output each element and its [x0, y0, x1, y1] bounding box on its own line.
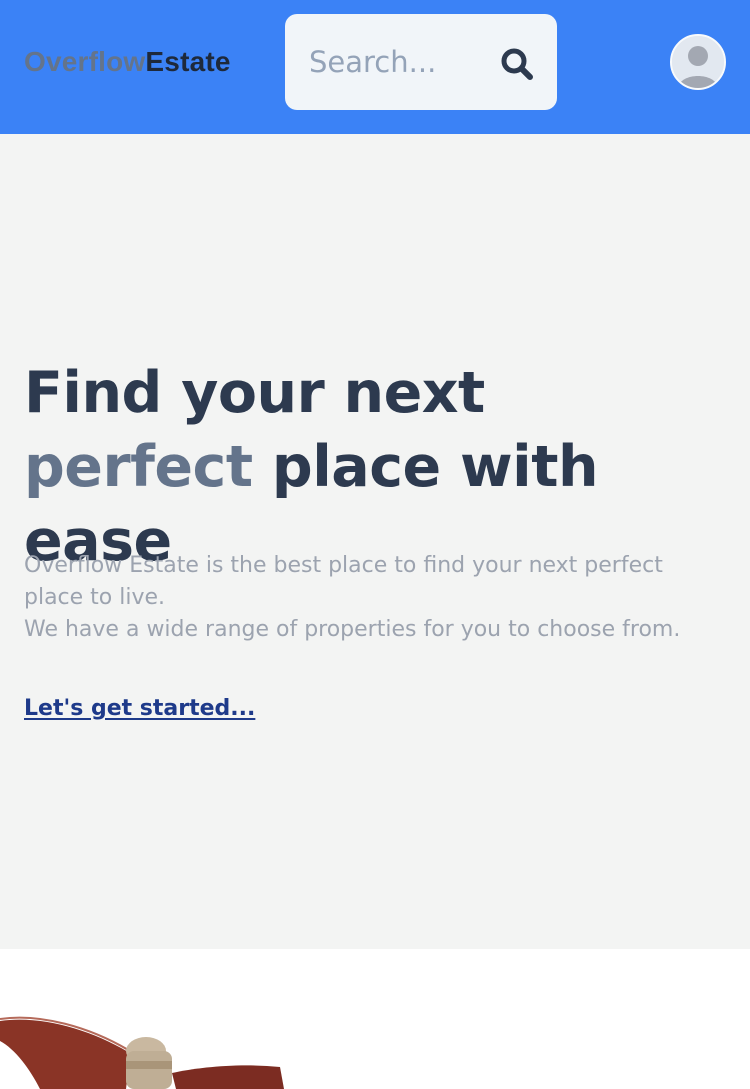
site-logo[interactable]: OverflowEstate — [24, 44, 231, 80]
hero-description-line1: Overflow Estate is the best place to fin… — [24, 553, 663, 610]
hero-title-accent: perfect — [24, 434, 253, 500]
search-input[interactable] — [309, 42, 489, 82]
hero-section: Find your next perfect place with ease O… — [0, 134, 750, 949]
user-avatar[interactable] — [670, 34, 726, 90]
hero-description-line2: We have a wide range of properties for y… — [24, 617, 681, 642]
logo-text-overflow: Overflow — [24, 46, 146, 77]
hero-title: Find your next perfect place with ease — [24, 356, 724, 578]
search-icon — [501, 48, 533, 80]
hero-description: Overflow Estate is the best place to fin… — [24, 550, 724, 646]
ceiling-fan-image — [0, 949, 750, 1089]
logo-text-estate: Estate — [145, 46, 231, 77]
search-button[interactable] — [499, 46, 535, 82]
top-nav-bar: OverflowEstate — [0, 0, 750, 134]
user-avatar-icon — [672, 36, 724, 88]
hero-title-part1: Find your next — [24, 360, 485, 426]
search-box — [285, 14, 557, 110]
property-image-section — [0, 949, 750, 1089]
get-started-link[interactable]: Let's get started... — [24, 694, 255, 724]
